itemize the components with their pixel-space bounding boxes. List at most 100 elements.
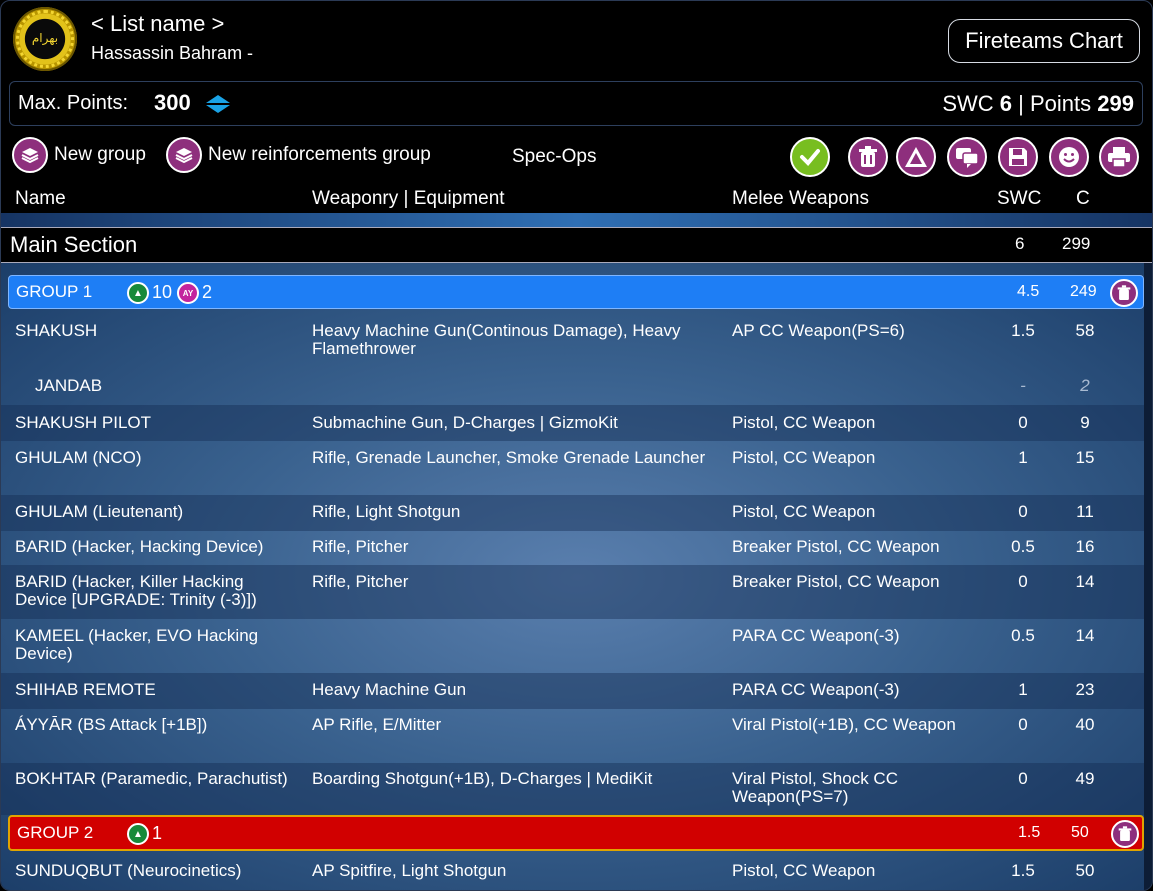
chat-button[interactable] bbox=[947, 137, 987, 177]
save-icon bbox=[1009, 148, 1027, 166]
unit-swc: 0 bbox=[1018, 502, 1028, 521]
unit-swc: - bbox=[1020, 376, 1026, 395]
fireteams-chart-button[interactable]: Fireteams Chart bbox=[948, 19, 1140, 63]
army-list-app: بهرام < List name > Hassassin Bahram - F… bbox=[0, 0, 1153, 891]
table-row[interactable]: GHULAM (NCO) Rifle, Grenade Launcher, Sm… bbox=[1, 441, 1146, 495]
delete-group-button[interactable] bbox=[1110, 279, 1138, 307]
unit-list: GROUP 1 ▲ 10 AY 2 4.5 249 SHAKUSH Heavy … bbox=[1, 263, 1152, 890]
unit-swc: 0.5 bbox=[1011, 537, 1035, 556]
table-row[interactable]: BARID (Hacker, Hacking Device) Rifle, Pi… bbox=[1, 531, 1146, 565]
trash-icon bbox=[1118, 826, 1132, 841]
max-points-value: 300 bbox=[154, 90, 191, 115]
bahram-logo: بهرام bbox=[13, 7, 77, 71]
main-section-bar: Main Section 6 299 bbox=[1, 227, 1152, 263]
army-name: Hassassin Bahram - bbox=[91, 43, 254, 63]
spec-ops-link[interactable]: Spec-Ops bbox=[512, 146, 596, 168]
table-row[interactable]: SHAKUSH PILOT Submachine Gun, D-Charges … bbox=[1, 405, 1146, 441]
group-points: 50 bbox=[1071, 824, 1089, 841]
unit-name: SUNDUQBUT (Neurocinetics) bbox=[15, 861, 242, 880]
new-reinforcements-group-button[interactable]: New reinforcements group bbox=[166, 137, 431, 173]
unit-name: GHULAM (Lieutenant) bbox=[15, 502, 184, 521]
table-row[interactable]: JANDAB - 2 bbox=[1, 367, 1146, 405]
unit-melee: PARA CC Weapon(-3) bbox=[732, 680, 900, 699]
table-row[interactable]: KAMEEL (Hacker, EVO Hacking Device) PARA… bbox=[1, 619, 1146, 673]
table-row[interactable]: ÁYYĀR (BS Attack [+1B]) AP Rifle, E/Mitt… bbox=[1, 709, 1146, 763]
unit-name: ÁYYĀR (BS Attack [+1B]) bbox=[15, 715, 208, 734]
trash-icon bbox=[1117, 285, 1131, 300]
unit-name: SHAKUSH PILOT bbox=[15, 413, 152, 432]
main-section-title: Main Section bbox=[10, 232, 138, 257]
profile-button[interactable] bbox=[1049, 137, 1089, 177]
header: بهرام < List name > Hassassin Bahram - F… bbox=[1, 1, 1152, 79]
unit-points: 11 bbox=[1076, 502, 1094, 521]
unit-name: SHAKUSH bbox=[15, 321, 98, 340]
unit-swc: 1.5 bbox=[1011, 861, 1035, 880]
table-row[interactable]: SHAKUSH Heavy Machine Gun(Continous Dama… bbox=[1, 313, 1146, 367]
regular-order-icon: ▲ bbox=[127, 282, 149, 304]
unit-points: 49 bbox=[1075, 769, 1095, 788]
save-button[interactable] bbox=[998, 137, 1038, 177]
list-name[interactable]: < List name > bbox=[91, 11, 224, 37]
unit-swc: 0 bbox=[1018, 572, 1028, 591]
unit-points: 14 bbox=[1075, 572, 1095, 591]
stack-icon bbox=[12, 137, 48, 173]
group-points: 249 bbox=[1070, 283, 1097, 300]
unit-swc: 0 bbox=[1018, 715, 1028, 734]
warning-button[interactable] bbox=[896, 137, 936, 177]
table-row[interactable]: SHIHAB REMOTE Heavy Machine Gun PARA CC … bbox=[1, 673, 1146, 709]
validate-button[interactable] bbox=[790, 137, 830, 177]
new-group-button[interactable]: New group bbox=[12, 137, 146, 173]
unit-points: 40 bbox=[1075, 715, 1095, 734]
toolbar: New group New reinforcements group Spec-… bbox=[1, 131, 1152, 181]
regular-order-count: 1 bbox=[152, 823, 163, 843]
regular-order-icon: ▲ bbox=[127, 823, 149, 845]
unit-melee: Breaker Pistol, CC Weapon bbox=[732, 537, 940, 556]
unit-name: KAMEEL (Hacker, EVO Hacking Device) bbox=[15, 626, 259, 663]
print-button[interactable] bbox=[1099, 137, 1139, 177]
group-swc: 4.5 bbox=[1017, 283, 1040, 300]
trash-icon bbox=[859, 146, 877, 167]
main-section-swc: 6 bbox=[1015, 234, 1025, 253]
unit-weapons: Heavy Machine Gun bbox=[312, 680, 467, 699]
group-2-bar[interactable]: GROUP 2 ▲ 1 1.5 50 bbox=[8, 815, 1144, 851]
regular-order-count: 10 bbox=[152, 282, 173, 302]
delete-group-button[interactable] bbox=[1111, 820, 1139, 848]
col-weaponry: Weaponry | Equipment bbox=[312, 188, 505, 209]
unit-points: 14 bbox=[1075, 626, 1095, 645]
group-swc: 1.5 bbox=[1018, 824, 1041, 841]
points-stepper-icon[interactable] bbox=[204, 94, 232, 114]
unit-swc: 0 bbox=[1018, 769, 1028, 788]
unit-melee: PARA CC Weapon(-3) bbox=[732, 626, 900, 645]
max-points-label: Max. Points: bbox=[18, 92, 129, 114]
swc-value: 6 bbox=[999, 91, 1013, 116]
group-1-bar[interactable]: GROUP 1 ▲ 10 AY 2 4.5 249 bbox=[8, 275, 1144, 309]
unit-name: BARID (Hacker, Hacking Device) bbox=[15, 537, 264, 556]
chat-icon bbox=[956, 148, 979, 168]
scrollbar[interactable] bbox=[1144, 263, 1152, 890]
group-name: GROUP 1 bbox=[16, 282, 93, 301]
unit-weapons: Rifle, Pitcher bbox=[312, 537, 409, 556]
unit-weapons: Submachine Gun, D-Charges | GizmoKit bbox=[312, 413, 618, 432]
unit-points: 9 bbox=[1080, 413, 1090, 432]
unit-melee: Viral Pistol, Shock CC Weapon(PS=7) bbox=[732, 769, 898, 806]
points-bar: Max. Points: 300 SWC 6 | Points 299 bbox=[9, 81, 1143, 126]
table-row[interactable]: SUNDUQBUT (Neurocinetics) AP Spitfire, L… bbox=[1, 855, 1146, 890]
unit-swc: 1 bbox=[1018, 448, 1028, 467]
unit-points: 23 bbox=[1075, 680, 1095, 699]
header-divider bbox=[1, 213, 1152, 227]
table-row[interactable]: BOKHTAR (Paramedic, Parachutist) Boardin… bbox=[1, 763, 1146, 815]
checkmark-icon bbox=[800, 149, 820, 166]
unit-weapons: AP Spitfire, Light Shotgun bbox=[312, 861, 507, 880]
delete-list-button[interactable] bbox=[848, 137, 888, 177]
unit-name: JANDAB bbox=[35, 376, 103, 395]
unit-melee: Breaker Pistol, CC Weapon bbox=[732, 572, 940, 591]
table-row[interactable]: BARID (Hacker, Killer Hacking Device [UP… bbox=[1, 565, 1146, 619]
unit-melee: Pistol, CC Weapon bbox=[732, 861, 876, 880]
table-row[interactable]: GHULAM (Lieutenant) Rifle, Light Shotgun… bbox=[1, 495, 1146, 531]
swc-points-summary: SWC 6 | Points 299 bbox=[942, 91, 1134, 117]
summary-separator: | bbox=[1018, 91, 1024, 116]
main-section-points: 299 bbox=[1062, 234, 1091, 253]
new-reinforcements-group-label: New reinforcements group bbox=[208, 144, 431, 165]
unit-weapons: Rifle, Light Shotgun bbox=[312, 502, 461, 521]
unit-points: 15 bbox=[1075, 448, 1095, 467]
